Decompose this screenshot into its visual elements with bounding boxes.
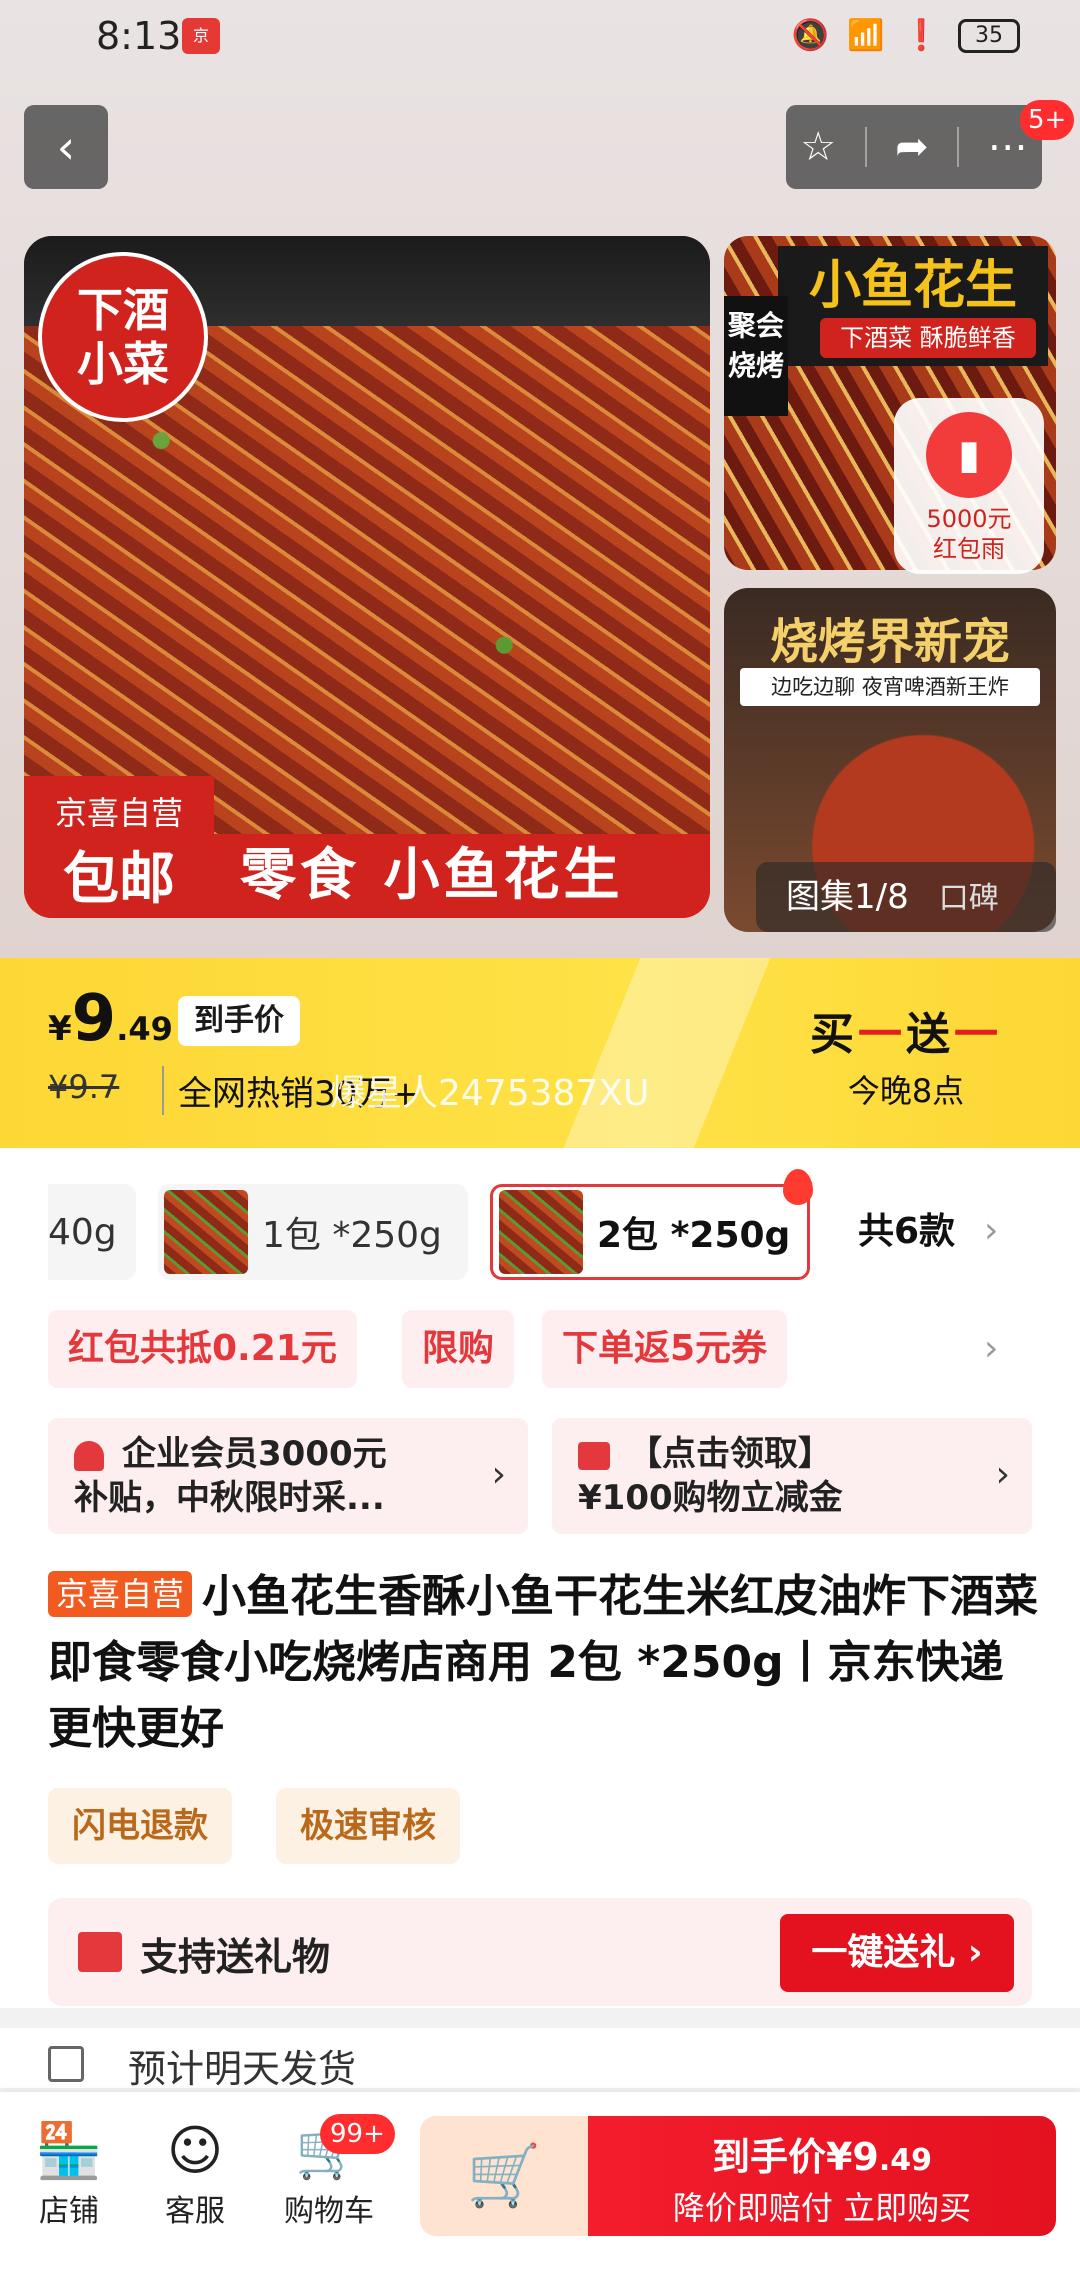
spec-selector: 40g 1包 *250g 2包 *250g 共6款 › (48, 1169, 1048, 1280)
jingxi-freeship-tag: 京喜自营 包邮 (24, 776, 214, 918)
jingxi-self-run-badge: 京喜自营 (48, 1571, 193, 1617)
thumb-title: 烧烤界新宠 (769, 614, 1010, 670)
reviews-tab[interactable]: 口碑 (939, 881, 999, 916)
add-cart-icon: 🛒 (466, 2141, 542, 2211)
app-notification-icon: 京 (182, 18, 220, 54)
shopping-voucher-benefit[interactable]: 【点击领取】 ¥100购物立减金 › (552, 1418, 1032, 1534)
thumb-subtitle: 下酒菜 酥脆鲜香 (820, 318, 1036, 358)
current-price: ¥9.49 (48, 982, 173, 1056)
mute-icon: 🔕 (791, 18, 830, 53)
hot-flame-icon (783, 1169, 813, 1205)
send-gift-button[interactable]: 一键送礼 › (780, 1914, 1014, 1992)
customer-service-button[interactable]: ☺ 客服 (140, 2116, 250, 2230)
spec-thumbnail (164, 1190, 248, 1274)
cart-count-badge: 99+ (320, 2114, 395, 2154)
shipping-info-row[interactable]: 预计明天发货 (0, 2028, 1080, 2088)
buy-one-get-one-promo[interactable]: 买一送一 今晚8点 (796, 998, 1016, 1112)
buy-now-button[interactable]: 到手价¥9.49 降价即赔付 立即购买 (588, 2116, 1056, 2236)
watermark: 爆星人2475387XU (330, 1073, 650, 1114)
main-product-image[interactable]: 下酒 小菜 京喜自营 包邮 零食 小鱼花生 (24, 236, 710, 918)
thumb-subtitle: 边吃边聊 夜宵啤酒新王炸 (740, 668, 1040, 706)
product-hero: 8:13 京 🔕 📶 ❗ 35 ‹ ☆ ➦ ⋯ 5+ 下酒 小菜 京喜自营 包邮… (0, 0, 1080, 958)
service-tag-refund: 闪电退款 (48, 1788, 232, 1864)
top-action-group: ☆ ➦ ⋯ (786, 105, 1042, 189)
price-banner: ¥9.49 到手价 ¥9.7 全网热销30万+ 买一送一 今晚8点 (0, 958, 1080, 1148)
status-bar: 8:13 京 🔕 📶 ❗ 35 (0, 0, 1080, 74)
enterprise-member-benefit[interactable]: 企业会员3000元 补贴，中秋限时采... › (48, 1418, 528, 1534)
gift-support-row: 支持送礼物 一键送礼 › (48, 1898, 1032, 2006)
more-icon[interactable]: ⋯ (988, 124, 1028, 170)
image-caption: 零食 小鱼花生 (214, 834, 710, 918)
add-to-cart-button[interactable]: 🛒 (420, 2116, 588, 2236)
coupon-limit[interactable]: 限购 (402, 1310, 515, 1388)
store-icon: 🏪 (35, 2119, 103, 2182)
lightning-decoration (555, 958, 775, 1148)
snack-tag: 下酒 小菜 (38, 252, 208, 422)
coupon-red-envelope[interactable]: 红包共抵0.21元 (48, 1310, 357, 1388)
favorite-icon[interactable]: ☆ (800, 124, 836, 170)
share-icon[interactable]: ➦ (895, 124, 929, 170)
chevron-right-icon[interactable]: › (984, 1210, 998, 1251)
card-icon (578, 1441, 610, 1470)
spec-option-1[interactable]: 1包 *250g (158, 1184, 468, 1280)
bottom-action-bar: 🏪 店铺 ☺ 客服 🛒 购物车 99+ 🛒 到手价¥9.49 降价即赔付 立即购… (0, 2092, 1080, 2280)
thumb-side-label: 聚会烧烤 (724, 296, 788, 416)
clock: 8:13 (96, 14, 182, 58)
red-envelope-rain-widget[interactable]: ▮ 5000元 红包雨 (894, 398, 1044, 574)
final-price-tag: 到手价 (178, 996, 300, 1046)
alert-icon: ❗ (902, 18, 940, 53)
wifi-icon: 📶 (847, 18, 885, 53)
person-icon (74, 1440, 104, 1471)
battery-icon: 35 (958, 18, 1020, 53)
red-envelope-icon: ▮ (926, 412, 1012, 498)
gift-icon (78, 1932, 122, 1972)
chat-face-icon: ☺ (166, 2119, 224, 2182)
chevron-right-icon[interactable]: › (984, 1328, 998, 1369)
divider (864, 127, 867, 167)
service-tag-review: 极速审核 (276, 1788, 460, 1864)
spec-option-partial[interactable]: 40g (48, 1184, 136, 1280)
back-button[interactable]: ‹ (24, 105, 108, 189)
spec-thumbnail (499, 1190, 583, 1274)
chevron-right-icon: › (491, 1454, 506, 1495)
product-details: 40g 1包 *250g 2包 *250g 共6款 › 红包共抵0.21元 限购… (0, 1148, 1080, 2008)
original-price: ¥9.7 (48, 1068, 120, 1106)
spec-count[interactable]: 共6款 (858, 1184, 955, 1280)
chevron-right-icon: › (995, 1454, 1010, 1495)
gallery-counter[interactable]: 图集1/8 口碑 (756, 862, 1056, 932)
system-icons: 🔕 📶 ❗ 35 (792, 18, 1020, 53)
divider (957, 127, 960, 167)
coupon-cashback[interactable]: 下单返5元券 (542, 1310, 788, 1388)
shop-button[interactable]: 🏪 店铺 (14, 2116, 124, 2230)
spec-option-2-selected[interactable]: 2包 *250g (490, 1169, 813, 1280)
message-badge: 5+ (1020, 100, 1075, 140)
package-icon (48, 2046, 84, 2082)
product-title: 京喜自营 小鱼花生香酥小鱼干花生米红皮油炸下酒菜即食零食小吃烧烤店商用 2包 *2… (48, 1571, 1039, 1754)
